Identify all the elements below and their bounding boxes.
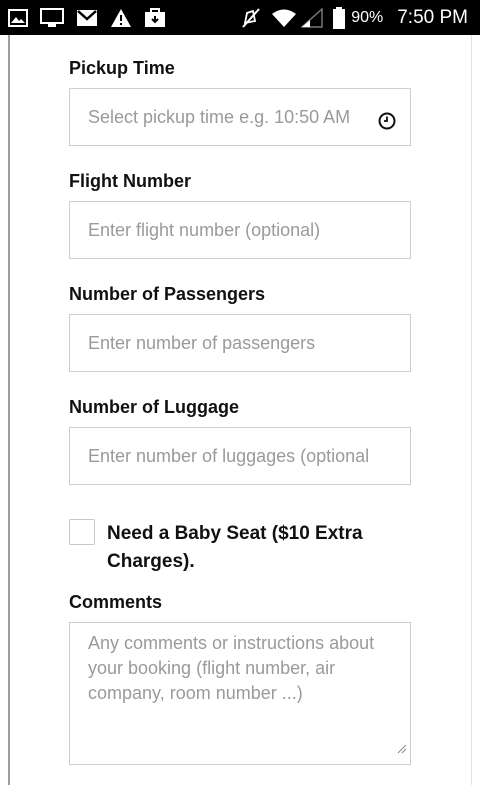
status-left-icons (8, 7, 178, 28)
battery-icon (333, 6, 346, 29)
booking-form-page: Pickup Time Select pickup time e.g. 10:5… (0, 35, 480, 800)
gmail-icon (76, 9, 98, 27)
clock-icon[interactable] (378, 112, 396, 135)
signal-icon (301, 7, 323, 28)
flight-number-input[interactable]: Enter flight number (optional) (69, 201, 411, 259)
frame-left-border (8, 35, 10, 785)
image-icon (8, 8, 28, 27)
warning-icon (110, 8, 132, 28)
baby-seat-checkbox[interactable] (69, 519, 95, 545)
pickup-time-input[interactable]: Select pickup time e.g. 10:50 AM (69, 88, 411, 146)
comments-placeholder: Any comments or instructions about your … (88, 633, 375, 703)
luggage-placeholder: Enter number of luggages (optional (88, 445, 370, 466)
comments-textarea[interactable]: Any comments or instructions about your … (69, 622, 411, 765)
passengers-placeholder: Enter number of passengers (88, 332, 316, 353)
mute-icon (241, 7, 261, 29)
luggage-input[interactable]: Enter number of luggages (optional (69, 427, 411, 485)
pickup-time-label: Pickup Time (69, 58, 175, 78)
baby-seat-label[interactable]: Need a Baby Seat ($10 Extra Charges). (107, 520, 407, 576)
status-right-icons: 90% 7:50 PM (231, 6, 468, 29)
pickup-time-placeholder: Select pickup time e.g. 10:50 AM (88, 106, 351, 127)
resize-handle-icon[interactable] (396, 736, 407, 761)
clipboard-icon (144, 7, 166, 28)
frame-right-border (471, 35, 472, 785)
wifi-icon (271, 8, 297, 28)
luggage-label: Number of Luggage (69, 397, 239, 417)
passengers-label: Number of Passengers (69, 284, 266, 304)
comments-label: Comments (69, 592, 163, 612)
status-bar: 90% 7:50 PM (0, 0, 480, 35)
flight-number-placeholder: Enter flight number (optional) (88, 219, 321, 240)
battery-percent: 90% (351, 8, 384, 26)
cast-icon (40, 7, 64, 28)
passengers-input[interactable]: Enter number of passengers (69, 314, 411, 372)
flight-number-label: Flight Number (69, 171, 191, 191)
status-clock: 7:50 PM (397, 6, 468, 28)
